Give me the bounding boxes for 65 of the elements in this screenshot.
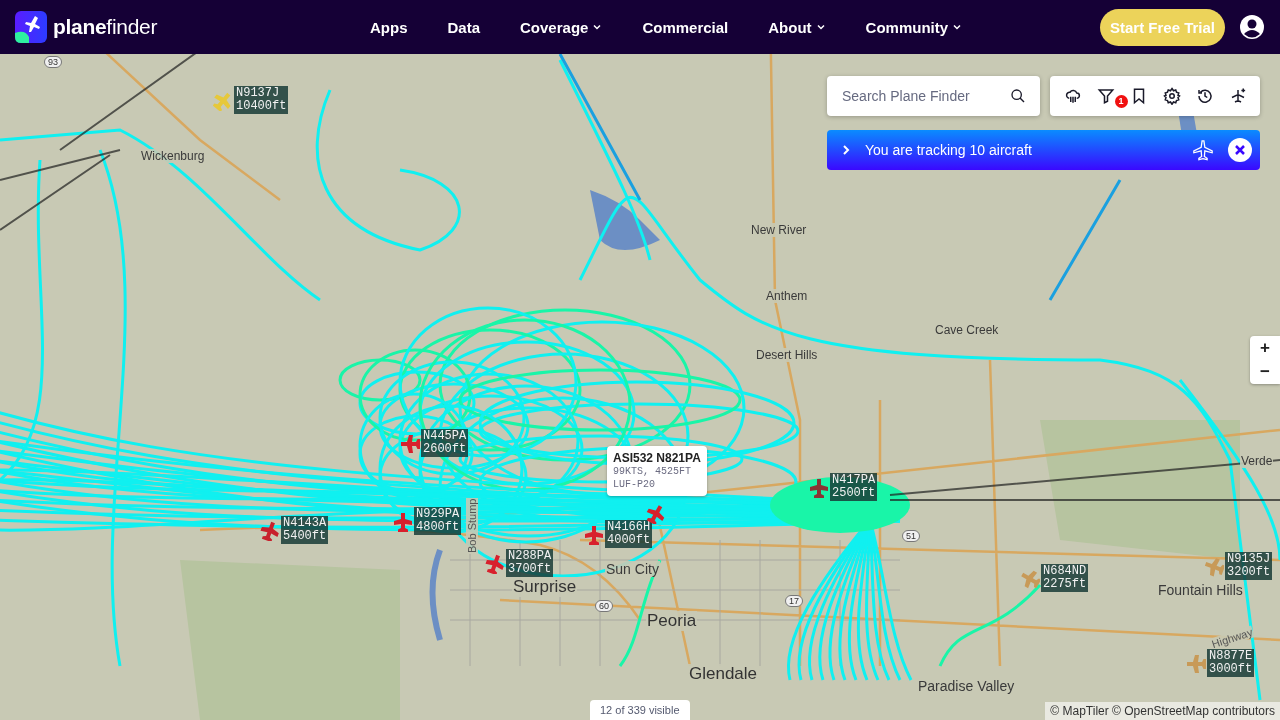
chevron-down-icon: [592, 22, 603, 32]
airplane-icon[interactable]: [400, 434, 420, 454]
airplane-icon[interactable]: [260, 521, 280, 541]
nav-link[interactable]: Coverage: [500, 18, 623, 36]
cloud-rain-icon[interactable]: [1063, 87, 1082, 105]
filter-count-badge: 1: [1114, 95, 1128, 108]
aircraft-label[interactable]: N445PA 2600ft: [421, 429, 469, 457]
search-field[interactable]: Search Plane Finder: [827, 76, 1040, 116]
lake-drawing: [590, 190, 660, 250]
aircraft-label[interactable]: N288PA 3700ft: [506, 549, 554, 577]
close-button[interactable]: [1228, 138, 1252, 162]
airplane-icon[interactable]: [393, 512, 413, 532]
place-label: Fountain Hills: [1157, 582, 1244, 598]
brand-name[interactable]: planefinder: [53, 15, 158, 39]
account-icon[interactable]: [1239, 14, 1265, 40]
nav-link[interactable]: Commercial: [622, 18, 749, 36]
aircraft-label[interactable]: N684ND 2275ft: [1041, 564, 1089, 592]
settings-icon[interactable]: [1162, 87, 1181, 105]
place-label: Peoria: [646, 611, 698, 631]
place-label: Verde: [1240, 454, 1274, 468]
tooltip-detail: 99KTS, 4525FT: [613, 465, 692, 478]
place-label: Paradise Valley: [917, 678, 1016, 694]
airplane-icon[interactable]: [584, 525, 604, 545]
nav-link[interactable]: Community: [845, 18, 983, 36]
zoom-button[interactable]: −: [1250, 360, 1280, 384]
road-label: Bob Stump: [466, 497, 478, 554]
route-shield: 17: [785, 595, 803, 607]
tracking-banner[interactable]: You are tracking 10 aircraft: [827, 130, 1260, 170]
chevron-down-icon: [952, 22, 963, 32]
tooltip-title: ASI532 N821PA: [613, 451, 701, 465]
route-shield: 60: [595, 600, 613, 612]
map-attribution: © MapTiler © OpenStreetMap contributors: [1045, 702, 1280, 720]
chevron-right-icon[interactable]: [841, 144, 851, 156]
zoom-button[interactable]: +: [1250, 336, 1280, 360]
aircraft-label[interactable]: N8877E 3000ft: [1207, 649, 1255, 677]
logo-icon[interactable]: [15, 11, 47, 43]
nav-link[interactable]: About: [748, 18, 846, 36]
place-label: Sun City: [605, 561, 660, 577]
nav-link[interactable]: Apps: [350, 18, 428, 36]
aircraft-label[interactable]: N4143A 5400ft: [281, 516, 329, 544]
airplane-icon: [1192, 139, 1214, 161]
place-label: Cave Creek: [934, 323, 1000, 337]
route-shield: 51: [902, 530, 920, 542]
tooltip-detail: LUF-P20: [613, 478, 656, 491]
tracking-text: You are tracking 10 aircraft: [865, 142, 1033, 158]
search-icon[interactable]: [1010, 88, 1026, 104]
aircraft-label[interactable]: N417PA 2500ft: [830, 473, 878, 501]
close-icon[interactable]: [1234, 144, 1246, 156]
history-icon[interactable]: [1195, 87, 1214, 105]
place-label: Surprise: [512, 577, 578, 597]
visible-count: 12 of 339 visible: [590, 700, 690, 720]
place-label: New River: [750, 223, 808, 237]
filter-button[interactable]: [1096, 87, 1115, 105]
aircraft-label[interactable]: N9135J 3200ft: [1225, 552, 1273, 580]
aircraft-label[interactable]: N929PA 4800ft: [414, 507, 462, 535]
nav-link[interactable]: Data: [427, 18, 500, 36]
airplane-icon[interactable]: [809, 478, 829, 498]
aircraft-label[interactable]: N9137J 10400ft: [234, 86, 289, 114]
airplane-icon[interactable]: [485, 554, 505, 574]
aircraft-label[interactable]: N4166H 4000ft: [605, 520, 653, 548]
place-label: Wickenburg: [140, 149, 206, 163]
place-label: Desert Hills: [755, 348, 819, 362]
route-shield: 93: [44, 56, 62, 68]
chevron-down-icon: [815, 22, 826, 32]
place-label: Anthem: [765, 289, 809, 303]
